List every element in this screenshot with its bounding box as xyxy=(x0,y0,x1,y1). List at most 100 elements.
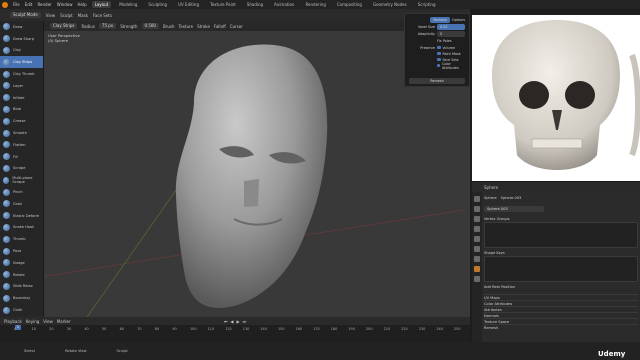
menu-falloff[interactable]: Falloff xyxy=(214,24,226,29)
jump-start-icon[interactable]: ⏮ xyxy=(224,319,228,324)
brush-item[interactable]: Draw xyxy=(0,21,43,33)
shape-keys-list[interactable] xyxy=(484,256,638,282)
menu-file[interactable]: File xyxy=(13,2,20,7)
voxel-size-field[interactable]: 0.02 xyxy=(437,23,465,30)
workspace-tab-texture-paint[interactable]: Texture Paint xyxy=(207,1,239,8)
menu-texture[interactable]: Texture xyxy=(179,24,194,29)
checkbox-icon[interactable] xyxy=(437,57,441,62)
brush-item[interactable]: Clay Strips xyxy=(0,56,43,69)
brush-item[interactable]: Grab xyxy=(0,198,43,210)
mesh-datablock-field[interactable]: Sphere.003 xyxy=(484,206,544,212)
brush-icon xyxy=(3,105,10,113)
workspace-tab-uv-editing[interactable]: UV Editing xyxy=(175,1,202,8)
render-tab-icon[interactable] xyxy=(474,206,480,212)
timeline-tick-label: 0 xyxy=(14,327,17,331)
menu-edit[interactable]: Edit xyxy=(25,2,33,7)
workspace-tab-rendering[interactable]: Rendering xyxy=(302,1,328,8)
menu-window[interactable]: Window xyxy=(57,2,73,7)
menu-render[interactable]: Render xyxy=(37,2,51,7)
brush-item[interactable]: Crease xyxy=(0,115,43,127)
preserve-paint-mask[interactable]: Paint Mask xyxy=(443,52,461,56)
workspace-tab-geometry-nodes[interactable]: Geometry Nodes xyxy=(370,1,410,8)
brush-icon xyxy=(3,259,10,267)
timeline-ruler[interactable]: 1 0 10 20 30 40 50 60 70 80 90 100 110 120 130 140 150 1… xyxy=(0,325,470,342)
brush-item[interactable]: Elastic Deform xyxy=(0,210,43,222)
brush-icon xyxy=(3,235,10,243)
brush-icon xyxy=(3,164,10,172)
checkbox-icon[interactable] xyxy=(437,51,441,56)
timeline-marker-menu[interactable]: Marker xyxy=(57,319,71,324)
checkbox-icon[interactable] xyxy=(437,45,441,50)
brush-item[interactable]: Smooth xyxy=(0,127,43,139)
menu-help[interactable]: Help xyxy=(77,2,86,7)
remesh-button[interactable]: Remesh xyxy=(409,77,465,84)
modifier-tab-icon[interactable] xyxy=(474,256,480,262)
mesh-data-tab-icon[interactable] xyxy=(474,266,480,272)
workspace-tab-shading[interactable]: Shading xyxy=(244,1,266,8)
brush-item[interactable]: Layer xyxy=(0,80,43,92)
brush-item[interactable]: Snake Hook xyxy=(0,222,43,234)
menu-brush[interactable]: Brush xyxy=(163,24,175,29)
play-reverse-icon[interactable]: ◀ xyxy=(230,319,233,324)
remesh-tab[interactable]: Remesh xyxy=(430,16,450,23)
output-tab-icon[interactable] xyxy=(474,216,480,222)
radius-field[interactable]: 75 px xyxy=(98,23,117,29)
vertex-groups-list[interactable] xyxy=(484,222,638,248)
brush-item[interactable]: Draw Sharp xyxy=(0,33,43,45)
workspace-tab-sculpting[interactable]: Sculpting xyxy=(145,1,170,8)
menu-sculpt[interactable]: Sculpt xyxy=(60,13,73,18)
options-tab[interactable]: Options xyxy=(452,18,465,22)
workspace-tab-modeling[interactable]: Modeling xyxy=(116,1,140,8)
brush-item[interactable]: Slide Relax xyxy=(0,281,43,293)
workspace-tab-compositing[interactable]: Compositing xyxy=(334,1,365,8)
blender-logo-icon[interactable] xyxy=(2,1,8,8)
brush-item[interactable]: Blob xyxy=(0,104,43,116)
workspace-tab-layout[interactable]: Layout xyxy=(91,1,112,8)
checkbox-icon[interactable] xyxy=(437,63,441,68)
timeline-playback-menu[interactable]: Playback xyxy=(4,319,22,324)
preserve-color-attributes[interactable]: Color Attributes xyxy=(442,62,465,70)
brush-item[interactable]: Boundary xyxy=(0,292,43,304)
material-tab-icon[interactable] xyxy=(474,276,480,282)
object-tab-icon[interactable] xyxy=(474,246,480,252)
brush-item[interactable]: Thumb xyxy=(0,233,43,245)
timeline-view-menu[interactable]: View xyxy=(43,319,53,324)
jump-end-icon[interactable]: ⏭ xyxy=(243,319,247,324)
brush-item[interactable]: Clay Thumb xyxy=(0,68,43,80)
brush-item[interactable]: Flatten xyxy=(0,139,43,151)
menu-stroke[interactable]: Stroke xyxy=(197,24,210,29)
brush-item[interactable]: Clay xyxy=(0,45,43,57)
brush-item[interactable]: Multi-plane Scrape xyxy=(0,174,43,186)
brush-item[interactable]: Rotate xyxy=(0,269,43,281)
play-icon[interactable]: ▶ xyxy=(237,319,240,324)
tool-tab-icon[interactable] xyxy=(474,196,480,202)
menu-face-sets[interactable]: Face Sets xyxy=(93,13,112,18)
brush-icon xyxy=(3,294,10,302)
brush-item[interactable]: Nudge xyxy=(0,257,43,269)
adaptivity-field[interactable]: 0 xyxy=(437,30,465,37)
menu-mask[interactable]: Mask xyxy=(78,13,88,18)
brush-icon xyxy=(3,176,10,184)
brush-item[interactable]: Pose xyxy=(0,245,43,257)
add-rest-position-checkbox[interactable]: Add Rest Position xyxy=(484,284,638,290)
timeline-tick-label: 110 xyxy=(207,327,215,331)
menu-view[interactable]: View xyxy=(46,13,56,18)
strength-field[interactable]: 0.500 xyxy=(141,23,159,29)
world-tab-icon[interactable] xyxy=(474,236,480,242)
timeline-keying-menu[interactable]: Keying xyxy=(26,319,39,324)
brush-item[interactable]: Fill xyxy=(0,151,43,163)
preserve-volume[interactable]: Volume xyxy=(443,46,456,50)
brush-item[interactable]: Inflate xyxy=(0,92,43,104)
workspace-tab-animation[interactable]: Animation xyxy=(271,1,297,8)
brush-item[interactable]: Cloth xyxy=(0,304,43,316)
brush-selector[interactable]: Clay Strips xyxy=(50,23,78,29)
menu-cursor[interactable]: Cursor xyxy=(230,24,243,29)
fix-poles-checkbox[interactable]: Fix Poles xyxy=(437,39,452,43)
timeline-tick-label: 160 xyxy=(295,327,303,331)
scene-tab-icon[interactable] xyxy=(474,226,480,232)
brush-item[interactable]: Pinch xyxy=(0,186,43,198)
brush-item[interactable]: Scrape xyxy=(0,163,43,175)
outliner-item-sphere[interactable]: Sphere xyxy=(484,185,498,190)
mode-selector[interactable]: Sculpt Mode xyxy=(10,12,41,18)
workspace-tab-scripting[interactable]: Scripting xyxy=(415,1,439,8)
